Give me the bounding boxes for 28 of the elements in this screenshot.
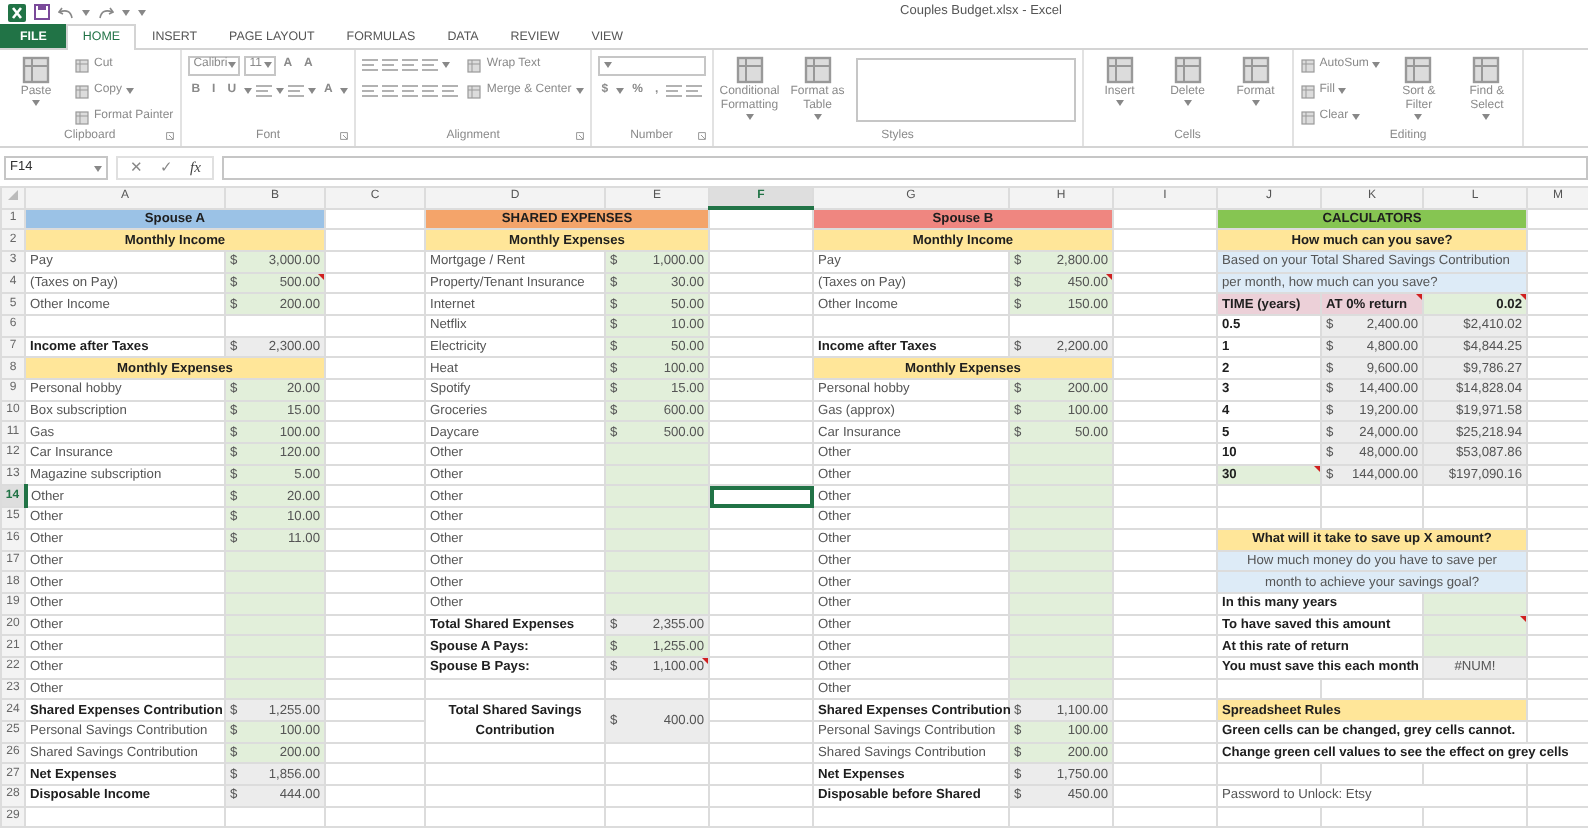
sheet-icon <box>74 57 90 73</box>
selected-cell[interactable] <box>709 485 813 508</box>
sheet-icon <box>801 54 834 86</box>
sheet-icon <box>1402 54 1435 86</box>
caret-icon <box>82 9 90 15</box>
sheet-icon <box>20 54 52 86</box>
sheet-icon <box>74 109 90 125</box>
sheet-icon <box>466 57 483 73</box>
sheet-icon <box>1299 109 1316 125</box>
formula-input[interactable] <box>222 156 1588 180</box>
sheet-icon <box>1470 54 1503 86</box>
sheet-icon <box>74 83 90 99</box>
caret-icon <box>94 165 102 171</box>
sheet-icon <box>1239 54 1272 86</box>
logo-icon <box>8 3 26 21</box>
undo-icon[interactable] <box>58 5 74 19</box>
caret-icon <box>603 62 612 68</box>
sheet-icon <box>1103 54 1136 86</box>
redo-icon[interactable] <box>98 5 114 19</box>
sheet-icon <box>466 83 483 99</box>
caret-icon <box>227 62 236 68</box>
sheet-icon <box>733 54 766 86</box>
save-icon[interactable] <box>34 4 50 20</box>
sheet-icon <box>1171 54 1204 86</box>
sheet-icon <box>1299 83 1316 99</box>
caret-icon <box>263 62 272 68</box>
sheet-icon <box>1299 57 1316 73</box>
select-all-icon[interactable] <box>8 190 18 201</box>
